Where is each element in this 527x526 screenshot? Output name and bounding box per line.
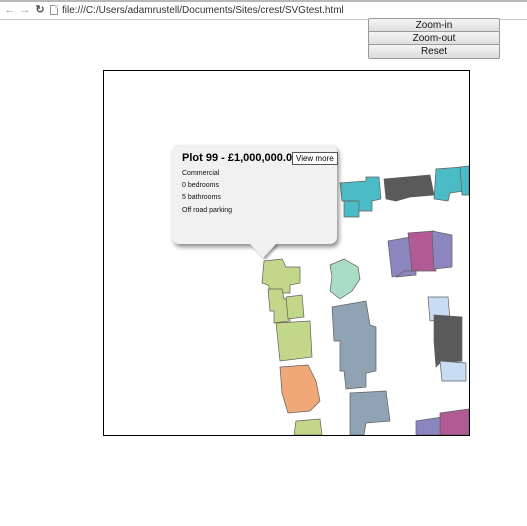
- page-icon: [50, 5, 58, 15]
- site-map[interactable]: [103, 70, 470, 436]
- reset-button[interactable]: Reset: [368, 44, 500, 59]
- plot-mint[interactable]: [329, 258, 361, 300]
- popup-pointer: [249, 243, 277, 258]
- plot-slate-group[interactable]: [331, 300, 391, 435]
- back-arrow-icon[interactable]: ←: [3, 2, 17, 19]
- reload-icon[interactable]: ↻: [33, 2, 47, 19]
- bathrooms-count: 5 bathrooms: [182, 194, 221, 201]
- plot-dark-1[interactable]: [383, 174, 435, 202]
- plot-magenta-bottom[interactable]: [439, 408, 469, 435]
- plot-dark-2[interactable]: [433, 314, 463, 368]
- forward-arrow-icon[interactable]: →: [18, 2, 32, 19]
- plot-type: Commercial: [182, 170, 220, 177]
- url-field[interactable]: [62, 2, 362, 19]
- popup-title: Plot 99 - £1,000,000.00: [182, 152, 299, 164]
- plot-light-blue-2[interactable]: [439, 360, 467, 382]
- parking-info: Off road parking: [182, 207, 233, 214]
- site-plan-svg[interactable]: [104, 71, 469, 435]
- plot-orange[interactable]: [279, 364, 321, 414]
- plot-lime-bottom[interactable]: [293, 418, 323, 435]
- view-more-button[interactable]: View more: [292, 152, 338, 165]
- plot-info-popup: Plot 99 - £1,000,000.00 View more Commer…: [172, 145, 338, 244]
- plot-99[interactable]: [261, 258, 313, 362]
- plot-purple-group[interactable]: [387, 230, 453, 278]
- bedrooms-count: 0 bedrooms: [182, 182, 219, 189]
